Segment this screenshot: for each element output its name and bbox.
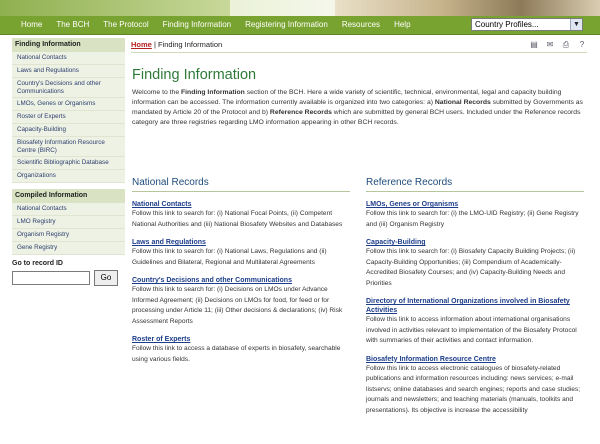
entry-description: Follow this link to search for: (i) Bios… xyxy=(366,248,576,287)
page-title: Finding Information xyxy=(132,67,257,83)
country-decisions-link[interactable]: Country's Decisions and other Communicat… xyxy=(132,276,350,285)
entry-description: Follow this link to search for: (i) the … xyxy=(366,210,579,228)
list-item: Biosafety Information Resource Centre Fo… xyxy=(366,355,584,417)
country-profiles-value: Country Profiles... xyxy=(475,20,539,29)
nav-home[interactable]: Home xyxy=(14,16,49,34)
sidebar-item-organizations[interactable]: Organizations xyxy=(12,170,125,183)
header-banner xyxy=(0,0,600,16)
nav-the-bch[interactable]: The BCH xyxy=(49,16,96,34)
entry-description: Follow this link to search for: (i) Nati… xyxy=(132,210,343,228)
entry-description: Follow this link to access information a… xyxy=(366,316,577,344)
entry-description: Follow this link to search for: (i) Deci… xyxy=(132,286,343,325)
sidebar-item-capacity-building[interactable]: Capacity-Building xyxy=(12,124,125,137)
list-item: Laws and Regulations Follow this link to… xyxy=(132,238,350,268)
sidebar-item-lmo-registry[interactable]: LMO Registry xyxy=(12,216,125,229)
national-records-heading: National Records xyxy=(132,177,350,192)
lmos-genes-link[interactable]: LMOs, Genes or Organisms xyxy=(366,200,584,209)
reference-records-column: Reference Records LMOs, Genes or Organis… xyxy=(366,177,584,424)
sidebar-section-compiled: Compiled Information xyxy=(12,189,125,203)
help-icon[interactable]: ? xyxy=(577,40,587,49)
sidebar-item-birc[interactable]: Biosafety Information Resource Centre (B… xyxy=(12,137,125,157)
intro-text: Welcome to the Finding Information secti… xyxy=(132,88,584,128)
intro-strong: Finding Information xyxy=(181,89,245,96)
main-nav: Home The BCH The Protocol Finding Inform… xyxy=(0,16,600,35)
print-icon[interactable]: ⎙ xyxy=(561,40,571,49)
email-icon[interactable]: ✉ xyxy=(545,40,555,49)
list-item: Roster of Experts Follow this link to ac… xyxy=(132,335,350,365)
list-item: Capacity-Building Follow this link to se… xyxy=(366,238,584,289)
sidebar-item-laws[interactable]: Laws and Regulations xyxy=(12,65,125,78)
laws-regulations-link[interactable]: Laws and Regulations xyxy=(132,238,350,247)
entry-description: Follow this link to search for: (i) Nati… xyxy=(132,248,327,266)
sidebar-item-compiled-national-contacts[interactable]: National Contacts xyxy=(12,203,125,216)
page-tools: ▤ ✉ ⎙ ? xyxy=(529,40,587,49)
breadcrumb-home[interactable]: Home xyxy=(131,40,152,49)
international-organizations-link[interactable]: Directory of International Organizations… xyxy=(366,297,584,315)
list-item: Directory of International Organizations… xyxy=(366,297,584,347)
nav-help[interactable]: Help xyxy=(387,16,417,34)
list-item: LMOs, Genes or Organisms Follow this lin… xyxy=(366,200,584,230)
banner-strip xyxy=(0,0,230,16)
sidebar-item-roster[interactable]: Roster of Experts xyxy=(12,111,125,124)
chevron-down-icon[interactable]: ▼ xyxy=(570,19,582,30)
reference-records-heading: Reference Records xyxy=(366,177,584,192)
capacity-building-link[interactable]: Capacity-Building xyxy=(366,238,584,247)
intro-strong: National Records xyxy=(434,99,491,106)
nav-resources[interactable]: Resources xyxy=(335,16,387,34)
sidebar-item-bibliographic[interactable]: Scientific Bibliographic Database xyxy=(12,157,125,170)
breadcrumb: Home | Finding Information xyxy=(131,38,587,53)
intro-part: Welcome to the xyxy=(132,89,181,96)
banner-photo xyxy=(335,0,600,16)
intro-strong: Reference Records xyxy=(269,109,332,116)
sidebar-item-national-contacts[interactable]: National Contacts xyxy=(12,52,125,65)
national-records-column: National Records National Contacts Follo… xyxy=(132,177,350,373)
nav-the-protocol[interactable]: The Protocol xyxy=(96,16,155,34)
roster-experts-link[interactable]: Roster of Experts xyxy=(132,335,350,344)
list-item: Country's Decisions and other Communicat… xyxy=(132,276,350,327)
main-content: Home | Finding Information ▤ ✉ ⎙ ? xyxy=(131,38,587,53)
sidebar-section-finding: Finding Information xyxy=(12,38,125,52)
feedback-icon[interactable]: ▤ xyxy=(529,40,539,49)
sidebar-item-organism-registry[interactable]: Organism Registry xyxy=(12,229,125,242)
country-profiles-select[interactable]: Country Profiles... ▼ xyxy=(471,18,583,31)
list-item: National Contacts Follow this link to se… xyxy=(132,200,350,230)
goto-record-label: Go to record ID xyxy=(12,260,63,267)
breadcrumb-current: Finding Information xyxy=(157,40,223,49)
entry-description: Follow this link to access electronic ca… xyxy=(366,364,581,414)
entry-description: Follow this link to access a database of… xyxy=(132,345,341,363)
nav-finding-information[interactable]: Finding Information xyxy=(156,16,238,34)
sidebar-item-country-decisions[interactable]: Country's Decisions and other Communicat… xyxy=(12,78,125,98)
national-contacts-link[interactable]: National Contacts xyxy=(132,200,350,209)
record-id-input[interactable] xyxy=(12,271,90,285)
nav-registering-information[interactable]: Registering Information xyxy=(238,16,335,34)
birc-link[interactable]: Biosafety Information Resource Centre xyxy=(366,355,584,364)
sidebar: Finding Information National Contacts La… xyxy=(12,38,125,286)
sidebar-item-lmos[interactable]: LMOs, Genes or Organisms xyxy=(12,98,125,111)
sidebar-item-gene-registry[interactable]: Gene Registry xyxy=(12,242,125,255)
go-button[interactable]: Go xyxy=(94,270,118,286)
